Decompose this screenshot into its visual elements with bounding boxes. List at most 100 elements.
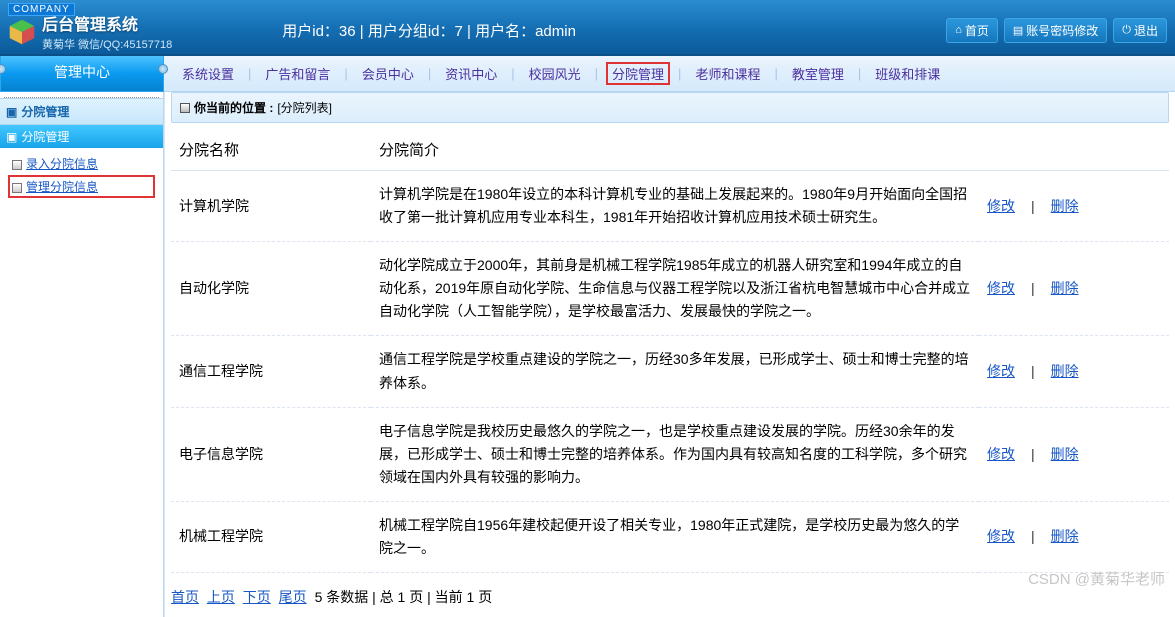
cell-desc: 机械工程学院自1956年建校起便开设了相关专业，1980年正式建院，是学校历史最… xyxy=(371,501,979,572)
rivet-icon xyxy=(158,64,168,74)
top-header: COMPANY 后台管理系统 黄菊华 微信/QQ:45157718 用户id：3… xyxy=(0,0,1175,56)
sidebar-sub-title: ▣ 分院管理 xyxy=(0,125,163,148)
nav-item[interactable]: 广告和留言 xyxy=(259,62,336,85)
cell-desc: 通信工程学院是学校重点建设的学院之一，历经30多年发展，已形成学士、硕士和博士完… xyxy=(371,336,979,407)
delete-link[interactable]: 删除 xyxy=(1051,363,1079,379)
home-button[interactable]: ⌂首页 xyxy=(946,18,998,43)
nav-separator: | xyxy=(511,66,514,81)
col-header-actions xyxy=(979,129,1169,171)
cell-name: 机械工程学院 xyxy=(171,501,371,572)
action-separator: | xyxy=(1031,446,1035,462)
nav-separator: | xyxy=(344,66,347,81)
nav-item[interactable]: 会员中心 xyxy=(356,62,420,85)
delete-link[interactable]: 删除 xyxy=(1051,528,1079,544)
cell-desc: 电子信息学院是我校历史最悠久的学院之一，也是学校重点建设发展的学院。历经30余年… xyxy=(371,407,979,501)
table-row: 机械工程学院机械工程学院自1956年建校起便开设了相关专业，1980年正式建院，… xyxy=(171,501,1169,572)
pager-prev[interactable]: 上页 xyxy=(207,589,235,605)
nav-separator: | xyxy=(428,66,431,81)
nav-item[interactable]: 老师和课程 xyxy=(689,62,766,85)
doc-icon xyxy=(12,160,22,170)
sidebar: ▣ 分院管理 ▣ 分院管理 录入分院信息管理分院信息 xyxy=(0,92,164,617)
nav-item[interactable]: 校园风光 xyxy=(523,62,587,85)
cell-name: 计算机学院 xyxy=(171,171,371,242)
cell-actions: 修改 | 删除 xyxy=(979,242,1169,336)
sidebar-link[interactable]: 录入分院信息 xyxy=(26,157,98,171)
change-password-button[interactable]: ▤账号密码修改 xyxy=(1004,18,1107,43)
breadcrumb-prefix: 你当前的位置 : xyxy=(194,99,273,116)
app-subtitle: 黄菊华 微信/QQ:45157718 xyxy=(42,36,172,52)
top-right-nav: ⌂首页 ▤账号密码修改 ⏻退出 xyxy=(946,18,1167,43)
pager-summary: 5 条数据 | 总 1 页 | 当前 1 页 xyxy=(315,589,493,605)
edit-link[interactable]: 修改 xyxy=(987,198,1015,214)
cell-actions: 修改 | 删除 xyxy=(979,171,1169,242)
cell-actions: 修改 | 删除 xyxy=(979,501,1169,572)
pager-last[interactable]: 尾页 xyxy=(279,589,307,605)
edit-link[interactable]: 修改 xyxy=(987,363,1015,379)
table-header-row: 分院名称 分院简介 xyxy=(171,129,1169,171)
logout-button[interactable]: ⏻退出 xyxy=(1113,18,1167,43)
user-info: 用户id：36 | 用户分组id：7 | 用户名：admin xyxy=(282,20,576,41)
cell-actions: 修改 | 删除 xyxy=(979,336,1169,407)
sidebar-link[interactable]: 管理分院信息 xyxy=(26,180,98,194)
home-icon: ⌂ xyxy=(955,24,962,36)
edit-link[interactable]: 修改 xyxy=(987,280,1015,296)
nav-item[interactable]: 分院管理 xyxy=(606,62,670,85)
delete-link[interactable]: 删除 xyxy=(1051,446,1079,462)
nav-item[interactable]: 教室管理 xyxy=(786,62,850,85)
nav-separator: | xyxy=(678,66,681,81)
cell-name: 通信工程学院 xyxy=(171,336,371,407)
delete-link[interactable]: 删除 xyxy=(1051,198,1079,214)
doc-icon: ▤ xyxy=(1013,24,1023,37)
sidebar-item: 管理分院信息 xyxy=(8,175,155,198)
cell-desc: 动化学院成立于2000年，其前身是机械工程学院1985年成立的机器人研究室和19… xyxy=(371,242,979,336)
action-separator: | xyxy=(1031,363,1035,379)
sidebar-panel-title: ▣ 分院管理 xyxy=(0,98,163,125)
breadcrumb-value: [分院列表] xyxy=(277,99,332,116)
company-badge: COMPANY xyxy=(8,3,75,16)
table-row: 自动化学院动化学院成立于2000年，其前身是机械工程学院1985年成立的机器人研… xyxy=(171,242,1169,336)
sidebar-item: 录入分院信息 xyxy=(8,152,155,175)
logo-icon xyxy=(8,18,36,46)
table-row: 计算机学院计算机学院是在1980年设立的本科计算机专业的基础上发展起来的。198… xyxy=(171,171,1169,242)
square-icon: ▣ xyxy=(6,130,17,144)
brand-block: 后台管理系统 黄菊华 微信/QQ:45157718 xyxy=(42,11,172,52)
cell-name: 自动化学院 xyxy=(171,242,371,336)
table-row: 电子信息学院电子信息学院是我校历史最悠久的学院之一，也是学校重点建设发展的学院。… xyxy=(171,407,1169,501)
management-center-cap: 管理中心 xyxy=(0,56,164,92)
nav-item[interactable]: 系统设置 xyxy=(176,62,240,85)
table-row: 通信工程学院通信工程学院是学校重点建设的学院之一，历经30多年发展，已形成学士、… xyxy=(171,336,1169,407)
nav-separator: | xyxy=(595,66,598,81)
col-header-desc: 分院简介 xyxy=(371,129,979,171)
content-area: 你当前的位置 : [分院列表] 分院名称 分院简介 计算机学院计算机学院是在19… xyxy=(164,92,1175,617)
sidebar-list: 录入分院信息管理分院信息 xyxy=(0,148,163,206)
breadcrumb-icon xyxy=(180,103,190,113)
action-separator: | xyxy=(1031,280,1035,296)
rivet-icon xyxy=(0,64,6,74)
main-nav: 系统设置 | 广告和留言 | 会员中心 | 资讯中心 | 校园风光 | 分院管理 | 老师和课程 | 教室管… xyxy=(164,56,1175,92)
nav-separator: | xyxy=(248,66,251,81)
nav-separator: | xyxy=(858,66,861,81)
action-separator: | xyxy=(1031,528,1035,544)
col-header-name: 分院名称 xyxy=(171,129,371,171)
data-table: 分院名称 分院简介 计算机学院计算机学院是在1980年设立的本科计算机专业的基础… xyxy=(171,129,1169,573)
delete-link[interactable]: 删除 xyxy=(1051,280,1079,296)
pager-next[interactable]: 下页 xyxy=(243,589,271,605)
pagination: 首页 上页 下页 尾页 5 条数据 | 总 1 页 | 当前 1 页 xyxy=(171,587,1169,607)
cell-name: 电子信息学院 xyxy=(171,407,371,501)
table-body: 计算机学院计算机学院是在1980年设立的本科计算机专业的基础上发展起来的。198… xyxy=(171,171,1169,573)
power-icon: ⏻ xyxy=(1122,24,1131,37)
breadcrumb: 你当前的位置 : [分院列表] xyxy=(171,92,1169,123)
cell-actions: 修改 | 删除 xyxy=(979,407,1169,501)
nav-separator: | xyxy=(774,66,777,81)
nav-item[interactable]: 班级和排课 xyxy=(869,62,946,85)
doc-icon xyxy=(12,183,22,193)
main-nav-wrap: 管理中心 系统设置 | 广告和留言 | 会员中心 | 资讯中心 | 校园风光 | 分院管理 | 老师和课… xyxy=(0,56,1175,92)
cell-desc: 计算机学院是在1980年设立的本科计算机专业的基础上发展起来的。1980年9月开… xyxy=(371,171,979,242)
layout: ▣ 分院管理 ▣ 分院管理 录入分院信息管理分院信息 你当前的位置 : [分院列… xyxy=(0,92,1175,617)
square-icon: ▣ xyxy=(6,105,17,119)
nav-item[interactable]: 资讯中心 xyxy=(439,62,503,85)
action-separator: | xyxy=(1031,198,1035,214)
edit-link[interactable]: 修改 xyxy=(987,528,1015,544)
pager-first[interactable]: 首页 xyxy=(171,589,199,605)
edit-link[interactable]: 修改 xyxy=(987,446,1015,462)
